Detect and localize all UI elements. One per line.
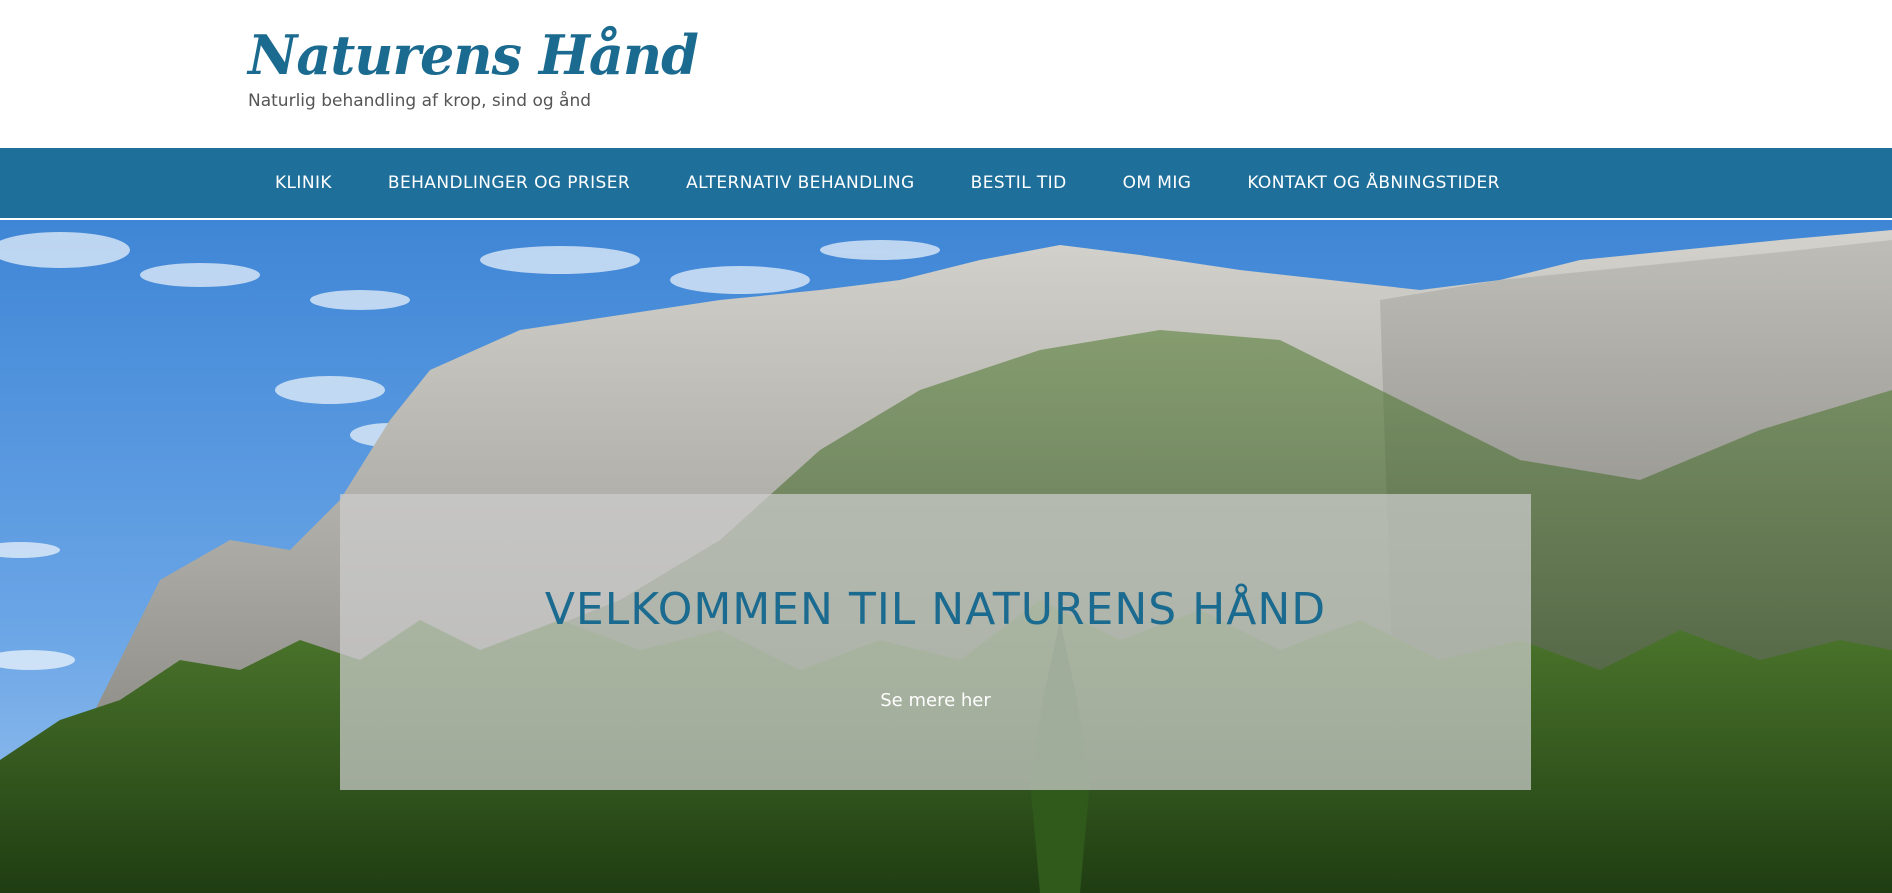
nav-list: KLINIK BEHANDLINGER OG PRISER ALTERNATIV… [247,148,1528,218]
hero-overlay-box: VELKOMMEN TIL NATURENS HÅND Se mere her [340,494,1531,790]
hero-banner: VELKOMMEN TIL NATURENS HÅND Se mere her [0,220,1892,893]
nav-item-kontakt-og-abningstider[interactable]: KONTAKT OG ÅBNINGSTIDER [1219,148,1528,218]
nav-item-om-mig[interactable]: OM MIG [1095,148,1220,218]
nav-item-klinik[interactable]: KLINIK [247,148,360,218]
nav-item-bestil-tid[interactable]: BESTIL TID [943,148,1095,218]
site-header: Naturens Hånd Naturlig behandling af kro… [0,0,1892,148]
see-more-link[interactable]: Se mere her [340,690,1531,711]
nav-item-alternativ-behandling[interactable]: ALTERNATIV BEHANDLING [658,148,943,218]
site-tagline: Naturlig behandling af krop, sind og ånd [248,91,592,111]
site-title: Naturens Hånd [248,23,699,87]
main-navigation: KLINIK BEHANDLINGER OG PRISER ALTERNATIV… [0,148,1892,220]
nav-item-behandlinger-og-priser[interactable]: BEHANDLINGER OG PRISER [360,148,658,218]
hero-heading: VELKOMMEN TIL NATURENS HÅND [544,584,1327,635]
site-logo[interactable]: Naturens Hånd Naturlig behandling af kro… [248,22,699,112]
